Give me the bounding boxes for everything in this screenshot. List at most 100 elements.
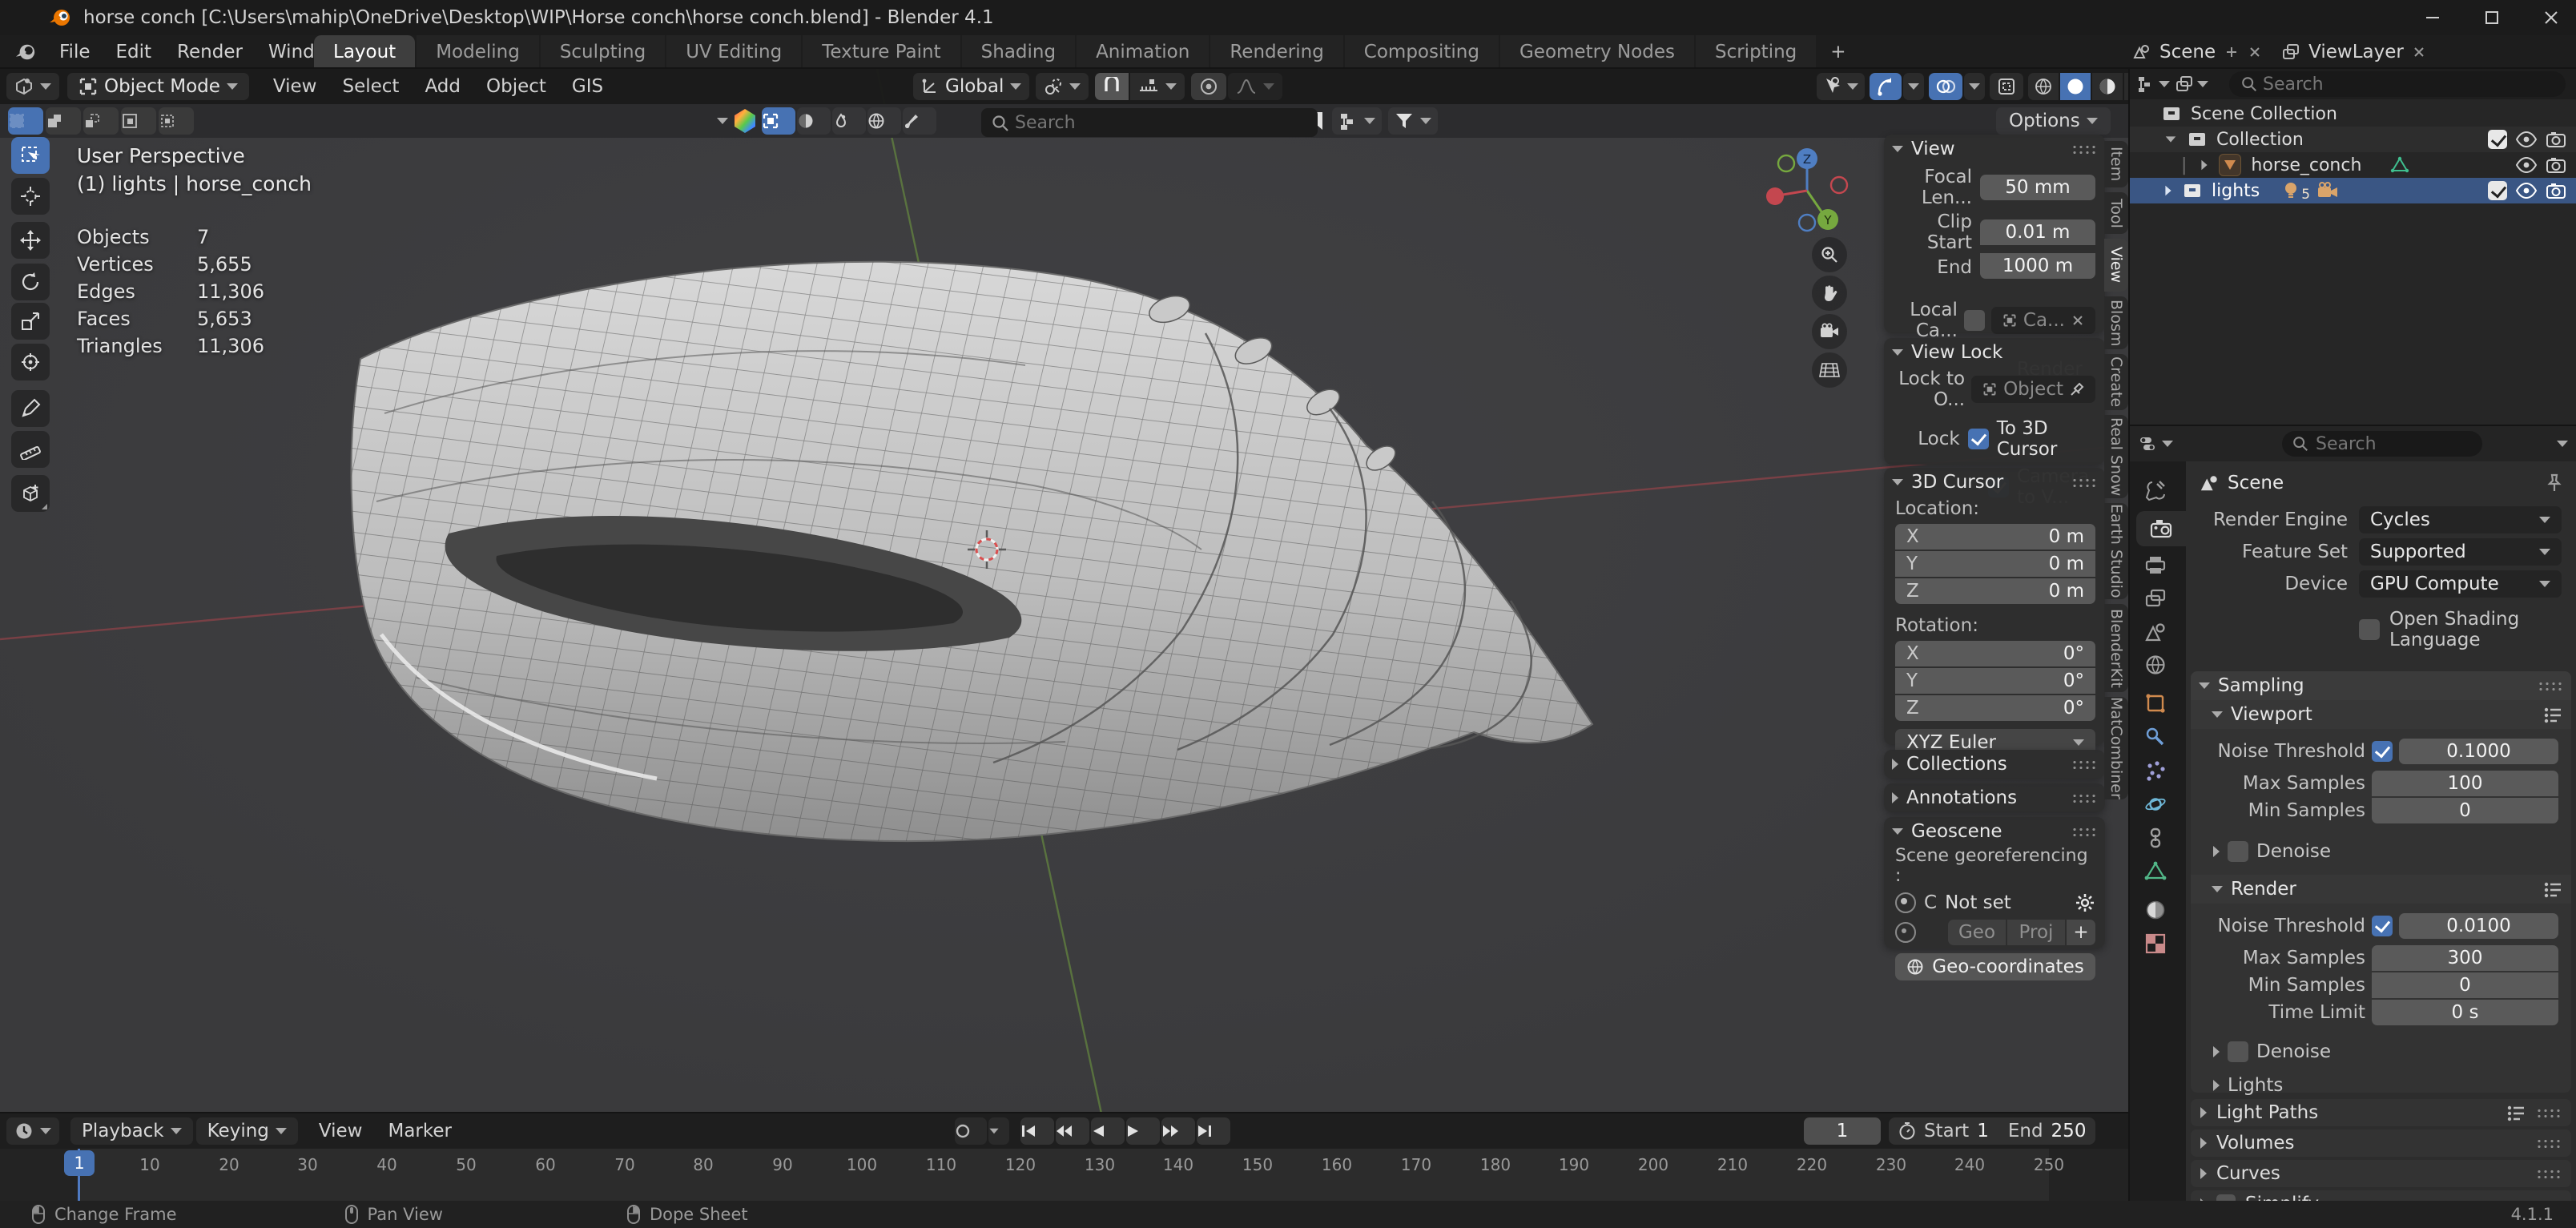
overlays-settings-dropdown[interactable] <box>1964 73 1985 100</box>
remove-viewlayer-icon[interactable] <box>2412 45 2426 59</box>
menu-render[interactable]: Render <box>164 42 256 62</box>
geoscene-header[interactable]: Geoscene <box>1884 817 2105 846</box>
disable-render-camera-icon[interactable] <box>2546 131 2566 148</box>
tool-transform[interactable] <box>11 344 50 380</box>
bk-asset-model-button[interactable] <box>762 107 795 135</box>
shading-material-button[interactable] <box>2092 73 2123 100</box>
panel-curves[interactable]: Curves <box>2191 1160 2571 1187</box>
tab-shading[interactable]: Shading <box>962 35 1075 69</box>
show-overlays-toggle[interactable] <box>1929 73 1962 100</box>
menu-edit[interactable]: Edit <box>103 42 165 62</box>
camera-view-button[interactable] <box>1812 314 1847 349</box>
outliner-search-input[interactable] <box>2229 71 2566 97</box>
tab-world[interactable] <box>2144 654 2167 676</box>
tab-tool[interactable] <box>2144 479 2167 501</box>
scene-selector[interactable]: Scene <box>2159 42 2216 62</box>
keying-dropdown[interactable]: Keying <box>196 1117 298 1145</box>
current-frame-field[interactable]: 1 <box>1804 1117 1881 1145</box>
tab-scripting[interactable]: Scripting <box>1696 35 1816 69</box>
prev-keyframe-button[interactable] <box>1056 1117 1089 1145</box>
auto-keying-toggle[interactable] <box>955 1117 987 1145</box>
outliner-row-collection[interactable]: Collection <box>2130 127 2576 152</box>
outliner-filter-dropdown[interactable] <box>2175 74 2208 94</box>
tab-animation[interactable]: Animation <box>1077 35 1209 69</box>
vp-denoise-checkbox[interactable] <box>2228 841 2248 862</box>
breadcrumb-scene[interactable]: Scene <box>2228 473 2284 493</box>
panel-simplify[interactable]: Simplify <box>2191 1190 2571 1201</box>
tab-object[interactable] <box>2144 692 2167 715</box>
show-gizmo-toggle[interactable] <box>1870 73 1902 100</box>
cursor-loc-y[interactable]: Y0 m <box>1895 551 2095 577</box>
r-min-samples-field[interactable]: 0 <box>2372 972 2558 998</box>
clip-end-field[interactable]: 1000 m <box>1980 253 2095 279</box>
panel-grip[interactable] <box>2071 477 2097 488</box>
hide-eye-icon[interactable] <box>2515 182 2538 199</box>
r-denoise-checkbox[interactable] <box>2228 1041 2248 1062</box>
r-noise-checkbox[interactable] <box>2372 916 2393 936</box>
blenderkit-search-input[interactable] <box>981 108 1318 137</box>
npanel-tab-matcombiner[interactable]: MatCombiner <box>2104 697 2128 799</box>
tab-scene[interactable] <box>2144 622 2167 642</box>
shading-wireframe-button[interactable] <box>2028 73 2059 100</box>
crs-settings-gear-icon[interactable] <box>2075 892 2095 913</box>
disable-render-camera-icon[interactable] <box>2546 182 2566 199</box>
snap-settings-dropdown[interactable] <box>1130 73 1185 100</box>
tab-rendering[interactable]: Rendering <box>1210 35 1342 69</box>
vp-max-samples-field[interactable]: 100 <box>2372 771 2558 796</box>
tab-view-layer[interactable] <box>2144 588 2167 609</box>
play-reverse-button[interactable] <box>1091 1117 1125 1145</box>
bk-categories-dropdown[interactable] <box>1332 107 1382 135</box>
pin-icon[interactable] <box>2546 473 2563 493</box>
expand-chevron[interactable] <box>2165 186 2171 196</box>
vp-min-samples-field[interactable]: 0 <box>2372 798 2558 823</box>
panel-grip[interactable] <box>2536 1138 2562 1149</box>
tab-uv-editing[interactable]: UV Editing <box>666 35 801 69</box>
npanel-collections-panel[interactable]: Collections <box>1884 750 2105 779</box>
tab-render-active[interactable] <box>2136 511 2186 546</box>
pan-button[interactable] <box>1812 276 1847 311</box>
hide-eye-icon[interactable] <box>2515 131 2538 148</box>
collection-checkbox[interactable] <box>2488 130 2507 149</box>
stopwatch-icon[interactable] <box>1898 1121 1916 1141</box>
npanel-tab-real-snow[interactable]: Real Snow <box>2104 415 2128 498</box>
tab-particles[interactable] <box>2144 759 2167 782</box>
timeline-menu-marker[interactable]: Marker <box>375 1121 465 1141</box>
bk-asset-brush-button[interactable] <box>903 107 936 135</box>
menu-file[interactable]: File <box>46 42 103 62</box>
panel-grip[interactable] <box>2071 793 2097 803</box>
preset-icon[interactable] <box>2542 705 2563 724</box>
viewlayer-selector[interactable]: ViewLayer <box>2308 42 2404 62</box>
panel-grip[interactable] <box>2071 144 2097 155</box>
shading-rendered-button[interactable] <box>2124 73 2128 100</box>
snap-toggle[interactable] <box>1095 73 1129 100</box>
tab-output[interactable] <box>2144 554 2167 575</box>
playback-dropdown[interactable]: Playback <box>70 1117 193 1145</box>
timeline-editor-type-button[interactable] <box>6 1117 59 1145</box>
npanel-tab-item[interactable]: Item <box>2104 141 2128 187</box>
cursor-loc-z[interactable]: Z0 m <box>1895 578 2095 604</box>
tool-add-primitive[interactable] <box>11 475 50 512</box>
jump-to-end-button[interactable] <box>1197 1117 1230 1145</box>
clear-icon[interactable] <box>2071 314 2084 327</box>
cursor-panel-header[interactable]: 3D Cursor <box>1884 468 2105 497</box>
tool-scale[interactable] <box>11 303 50 340</box>
lock-to-3d-cursor-checkbox[interactable] <box>1968 429 1989 449</box>
proj-radio[interactable] <box>1895 922 1916 943</box>
bk-asset-scene-button[interactable] <box>832 107 866 135</box>
select-mode-extend[interactable] <box>46 107 81 135</box>
tool-select-box[interactable] <box>11 137 50 174</box>
mode-dropdown[interactable]: Object Mode <box>67 73 249 100</box>
vp-menu-object[interactable]: Object <box>473 76 559 97</box>
viewport-3d[interactable]: Object Mode View Select Add Object GIS G… <box>0 69 2128 1113</box>
tab-object-data[interactable] <box>2144 860 2167 881</box>
simplify-checkbox[interactable] <box>2216 1194 2236 1201</box>
preset-icon[interactable] <box>2542 880 2563 899</box>
npanel-tab-blenderkit[interactable]: BlenderKit <box>2104 604 2128 692</box>
view-lock-header[interactable]: View Lock <box>1884 338 2105 367</box>
play-button[interactable] <box>1126 1117 1160 1145</box>
npanel-annotations-panel[interactable]: Annotations <box>1884 783 2105 812</box>
view-panel-header[interactable]: View <box>1884 135 2105 163</box>
r-max-samples-field[interactable]: 300 <box>2372 945 2558 971</box>
disable-render-camera-icon[interactable] <box>2546 156 2566 174</box>
panel-grip[interactable] <box>2538 681 2563 691</box>
